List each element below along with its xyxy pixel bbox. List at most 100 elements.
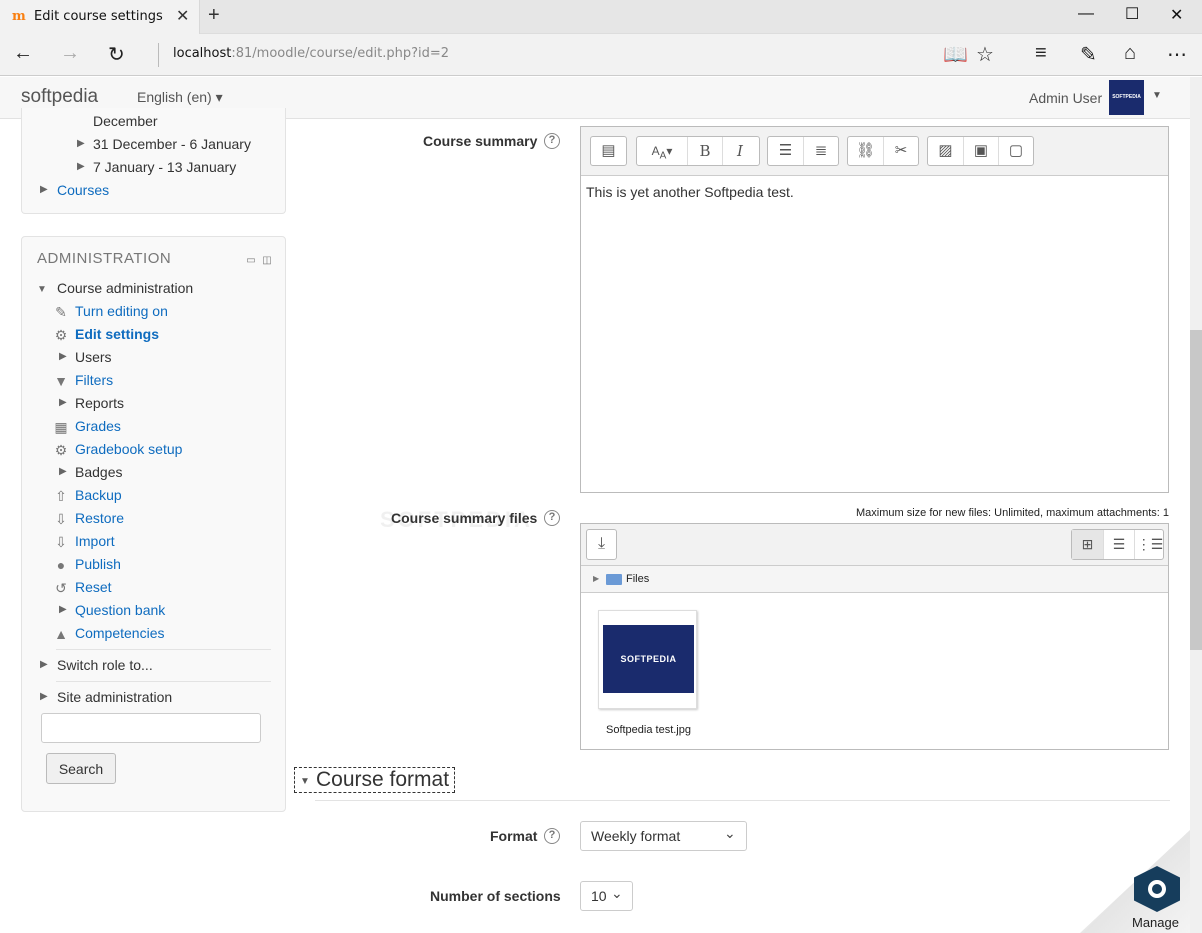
reading-view-icon[interactable]: 📖 [943, 42, 968, 67]
pencil-icon: ✎ [55, 304, 67, 320]
course-administration-node[interactable]: Course administration [57, 280, 193, 296]
expand-arrow-icon[interactable]: ▶ [40, 691, 48, 702]
list-view-icon[interactable]: ☰ [1103, 530, 1134, 559]
user-menu-caret-icon[interactable]: ▼ [1152, 90, 1162, 101]
more-icon[interactable]: ⋯ [1167, 42, 1187, 67]
section-heading: Course format [316, 768, 450, 791]
help-icon[interactable]: ? [544, 510, 560, 526]
insert-media-icon[interactable]: ▣ [963, 137, 998, 165]
show-more-buttons-icon[interactable]: ▤ [591, 137, 626, 165]
admin-item-restore[interactable]: Restore [75, 510, 124, 526]
bold-icon[interactable]: B [687, 137, 722, 165]
manage-label[interactable]: Manage [1132, 915, 1179, 930]
file-thumbnail[interactable]: SOFTPEDIA [598, 610, 697, 709]
dock-icon[interactable]: ▭ [243, 253, 259, 269]
administration-block: ADMINISTRATION ▭ ◫ ▼ Course administrati… [21, 236, 286, 812]
tab-close-icon[interactable]: ✕ [176, 6, 189, 26]
expand-arrow-icon[interactable]: ▶ [59, 351, 67, 362]
expand-arrow-icon[interactable]: ▶ [40, 659, 48, 670]
sections-select[interactable]: 10 ⌄ [580, 881, 633, 911]
expand-arrow-icon[interactable]: ▶ [77, 138, 85, 149]
editor-content[interactable]: This is yet another Softpedia test. [586, 184, 794, 200]
nav-item-week[interactable]: 31 December - 6 January [93, 136, 251, 152]
collapse-arrow-icon[interactable]: ▼ [37, 284, 47, 295]
view-mode-group: ⊞ ☰ ⋮☰ [1071, 529, 1164, 560]
expand-arrow-icon[interactable]: ▶ [593, 574, 599, 583]
add-file-download-icon[interactable]: ⤓ [586, 529, 617, 560]
refresh-icon[interactable]: ↻ [108, 42, 125, 67]
nav-item-courses[interactable]: Courses [57, 182, 109, 198]
back-icon[interactable]: ← [13, 42, 33, 65]
site-brand[interactable]: softpedia [21, 86, 98, 108]
unlink-icon[interactable]: ✂ [883, 137, 918, 165]
link-icon[interactable]: ⛓ [848, 137, 883, 165]
toolbar-group: ▨ ▣ ▢ [927, 136, 1034, 166]
new-tab-icon[interactable]: + [208, 4, 220, 27]
web-note-icon[interactable]: ✎ [1080, 42, 1097, 67]
sections-value: 10 [591, 888, 607, 904]
chevron-down-icon: ⌄ [611, 885, 623, 901]
forward-icon[interactable]: → [60, 42, 80, 65]
icon-view-icon[interactable]: ⊞ [1072, 530, 1103, 559]
format-value: Weekly format [591, 828, 681, 844]
admin-item-reset[interactable]: Reset [75, 579, 112, 595]
admin-item-import[interactable]: Import [75, 533, 115, 549]
switch-role-node[interactable]: Switch role to... [57, 657, 153, 673]
course-format-section-toggle[interactable]: ▼ Course format [294, 767, 455, 793]
expand-arrow-icon[interactable]: ▶ [59, 397, 67, 408]
admin-search-button[interactable]: Search [46, 753, 116, 784]
language-menu[interactable]: English (en) ▾ [137, 89, 223, 106]
navigation-block: December ▶ 31 December - 6 January ▶ 7 J… [21, 108, 286, 214]
window-close-icon[interactable]: ✕ [1170, 5, 1183, 25]
competencies-icon: ▲ [54, 626, 68, 642]
unordered-list-icon[interactable]: ☰ [768, 137, 803, 165]
maximize-icon[interactable]: ☐ [1125, 4, 1139, 24]
favorite-star-icon[interactable]: ☆ [976, 42, 994, 67]
ordered-list-icon[interactable]: ≣ [803, 137, 838, 165]
moodle-favicon-icon: m [12, 9, 26, 24]
expand-arrow-icon[interactable]: ▶ [77, 161, 85, 172]
italic-icon[interactable]: I [722, 137, 757, 165]
insert-image-icon[interactable]: ▨ [928, 137, 963, 165]
file-name[interactable]: Softpedia test.jpg [581, 724, 716, 736]
browser-nav-bar: ← → ↻ localhost:81/moodle/course/edit.ph… [0, 34, 1202, 76]
admin-item-reports[interactable]: Reports [75, 395, 124, 411]
browser-tab[interactable]: m Edit course settings ✕ [0, 0, 200, 34]
share-icon[interactable]: ⌂ [1124, 42, 1136, 65]
paragraph-styles-icon[interactable]: AA▾ [637, 137, 687, 165]
expand-arrow-icon[interactable]: ▶ [40, 184, 48, 195]
minimize-icon[interactable]: — [1078, 5, 1094, 23]
manage-files-icon[interactable]: ▢ [998, 137, 1033, 165]
number-of-sections-label: Number of sections [430, 888, 561, 904]
format-select[interactable]: Weekly format ⌄ [580, 821, 747, 851]
admin-item-backup[interactable]: Backup [75, 487, 122, 503]
admin-item-gradebook-setup[interactable]: Gradebook setup [75, 441, 182, 457]
nav-item-december[interactable]: December [93, 113, 158, 129]
admin-item-filters[interactable]: Filters [75, 372, 113, 388]
collapse-block-icon[interactable]: ◫ [259, 253, 275, 269]
admin-item-question-bank[interactable]: Question bank [75, 602, 165, 618]
admin-item-grades[interactable]: Grades [75, 418, 121, 434]
admin-item-badges[interactable]: Badges [75, 464, 122, 480]
site-administration-node[interactable]: Site administration [57, 689, 172, 705]
expand-arrow-icon[interactable]: ▶ [59, 604, 67, 615]
address-bar[interactable]: localhost:81/moodle/course/edit.php?id=2 [158, 43, 918, 67]
help-icon[interactable]: ? [544, 828, 560, 844]
admin-item-users[interactable]: Users [75, 349, 112, 365]
path-label[interactable]: Files [626, 573, 649, 585]
course-summary-editor[interactable]: ▤ AA▾ B I ☰ ≣ ⛓ ✂ ▨ ▣ ▢ This is yet anot… [580, 126, 1169, 493]
admin-item-turn-editing-on[interactable]: Turn editing on [75, 303, 168, 319]
expand-arrow-icon[interactable]: ▶ [59, 466, 67, 477]
admin-item-competencies[interactable]: Competencies [75, 625, 165, 641]
admin-search-input[interactable] [41, 713, 261, 743]
tree-view-icon[interactable]: ⋮☰ [1134, 530, 1165, 559]
file-manager-toolbar: ⤓ ⊞ ☰ ⋮☰ [581, 524, 1168, 566]
admin-item-publish[interactable]: Publish [75, 556, 121, 572]
nav-item-week[interactable]: 7 January - 13 January [93, 159, 236, 175]
user-name[interactable]: Admin User [1029, 90, 1102, 106]
avatar[interactable]: SOFTPEDIA [1109, 80, 1144, 115]
page-scrollbar-thumb[interactable] [1190, 330, 1202, 650]
hub-icon[interactable]: ≡ [1035, 42, 1047, 65]
help-icon[interactable]: ? [544, 133, 560, 149]
admin-item-edit-settings[interactable]: Edit settings [75, 326, 159, 342]
